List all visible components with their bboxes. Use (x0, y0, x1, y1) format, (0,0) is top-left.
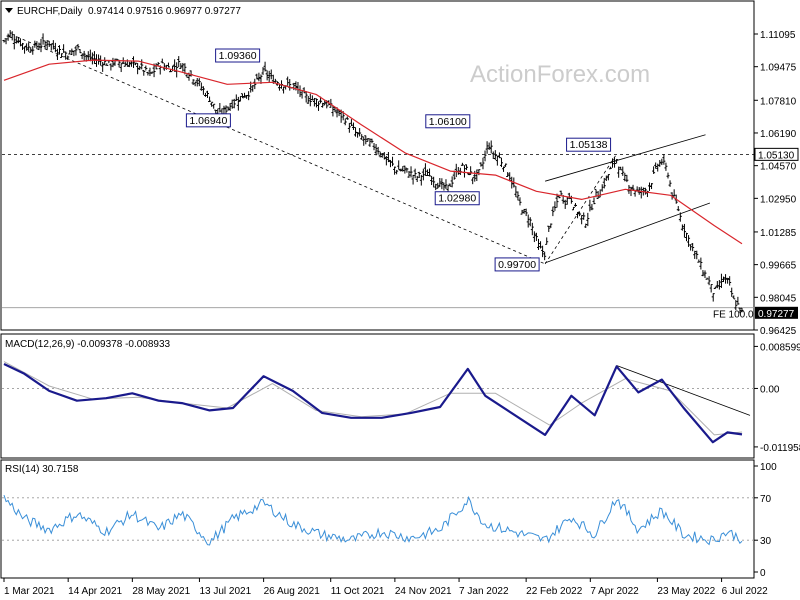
annotation-label: 1.09360 (219, 50, 257, 62)
x-tick-label: 1 Mar 2021 (4, 586, 55, 597)
fe-label: FE 100.0 (713, 310, 754, 321)
price-ytick-label: 1.11095 (760, 30, 796, 41)
rsi-ytick-label: 100 (760, 462, 777, 473)
x-tick-label: 23 May 2022 (657, 586, 715, 597)
macd-ytick-label: 0.00 (760, 384, 780, 395)
rsi-panel-frame (0, 459, 755, 579)
price-tag: 0.97277 (758, 309, 795, 320)
x-tick-label: 7 Apr 2022 (590, 586, 639, 597)
rsi-title: RSI(14) 30.7158 (5, 464, 79, 475)
chart-canvas: ActionForex.com EURCHF,Daily 0.97414 0.9… (0, 0, 800, 597)
ohlc-label: 0.97414 0.97516 0.96977 0.97277 (88, 6, 241, 17)
macd-ytick-label: -0.011958 (760, 443, 800, 454)
x-tick-label: 28 May 2021 (132, 586, 190, 597)
price-y-axis: 1.11095 1.09475 1.07810 1.06190 1.04570 1.029… (754, 30, 797, 337)
x-tick-label: 13 Jul 2021 (199, 586, 251, 597)
annotation-label: 1.06100 (429, 116, 467, 128)
price-ytick-label: 1.07810 (760, 96, 797, 107)
level-tag: 1.05130 (758, 150, 795, 161)
price-panel-frame (0, 0, 755, 331)
watermark: ActionForex.com (470, 61, 650, 88)
x-tick-label: 22 Feb 2022 (526, 586, 583, 597)
price-ytick-label: 1.04570 (760, 162, 797, 173)
annotation-label: 1.05138 (570, 139, 608, 151)
rsi-ytick-label: 70 (760, 494, 772, 505)
price-ytick-label: 1.01285 (760, 228, 797, 239)
annotation-label: 1.06940 (189, 115, 227, 127)
price-ytick-label: 1.02950 (760, 194, 797, 205)
price-ytick-label: 1.09475 (760, 63, 797, 74)
x-tick-label: 11 Oct 2021 (331, 586, 385, 597)
rsi-y-axis: 100 70 30 0 (754, 462, 777, 579)
rsi-ytick-label: 0 (760, 568, 766, 579)
rsi-ytick-label: 30 (760, 536, 772, 547)
x-axis: 1 Mar 2021 14 Apr 2021 28 May 2021 13 Jul 2… (3, 578, 769, 597)
x-tick-label: 7 Jan 2022 (459, 586, 509, 597)
macd-y-axis: 0.008599 0.00 -0.011958 (754, 342, 800, 454)
x-tick-label: 14 Apr 2021 (68, 586, 122, 597)
annotation-label: 0.99700 (498, 259, 536, 271)
price-ytick-label: 1.06190 (760, 129, 797, 140)
price-ytick-label: 0.96425 (760, 326, 797, 337)
price-ytick-label: 0.99665 (760, 261, 797, 272)
macd-ytick-label: 0.008599 (760, 342, 800, 353)
annotation-label: 1.02980 (438, 193, 476, 205)
x-tick-label: 6 Jul 2022 (722, 586, 769, 597)
price-ytick-label: 0.98045 (760, 293, 797, 304)
x-tick-label: 26 Aug 2021 (264, 586, 321, 597)
macd-title: MACD(12,26,9) -0.009378 -0.008933 (5, 339, 171, 350)
x-tick-label: 24 Nov 2021 (395, 586, 452, 597)
symbol-label: EURCHF,Daily (17, 6, 83, 17)
